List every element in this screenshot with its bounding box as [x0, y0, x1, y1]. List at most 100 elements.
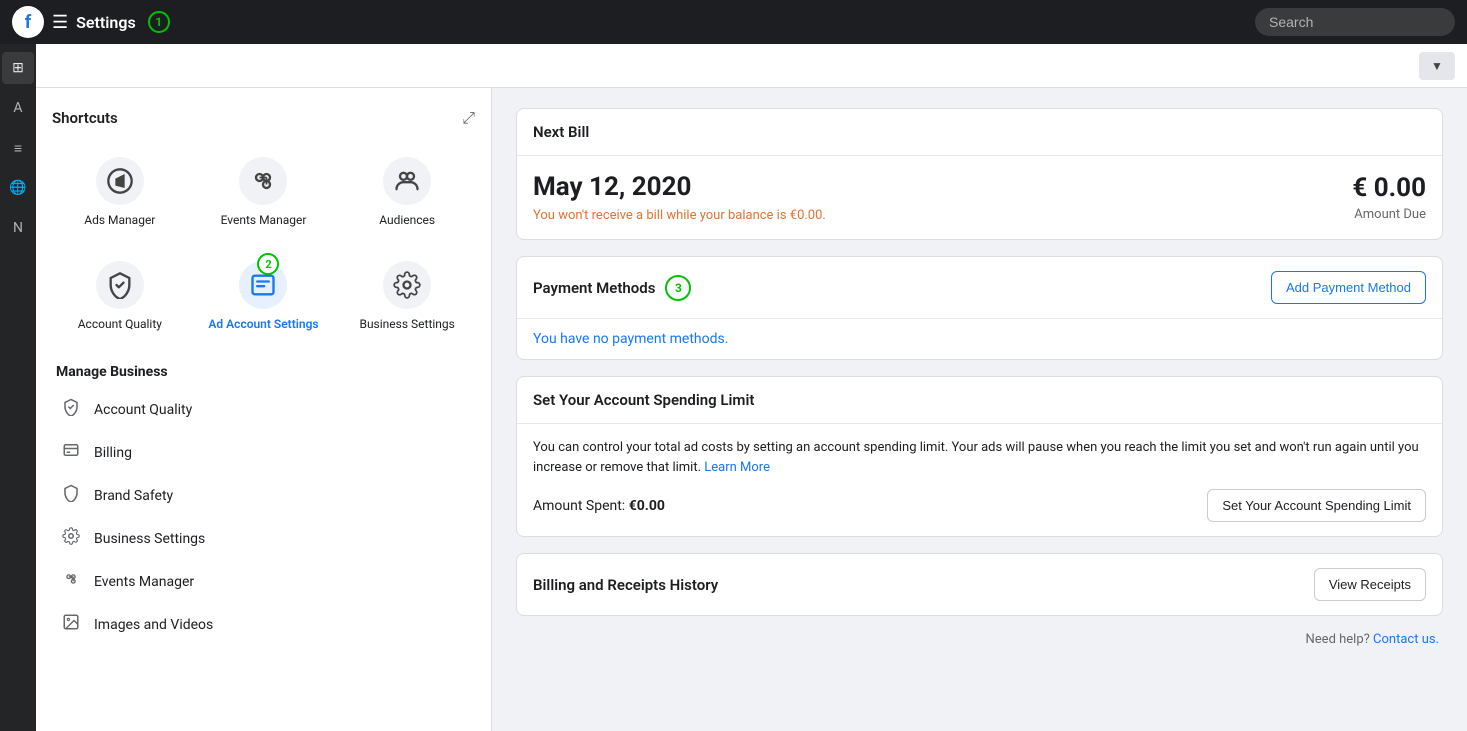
shortcut-account-quality[interactable]: Account Quality [52, 248, 188, 344]
search-input[interactable] [1255, 8, 1455, 36]
audiences-icon [393, 167, 421, 195]
menu-item-events-manager[interactable]: Events Manager [52, 560, 475, 603]
spending-footer: Amount Spent: €0.00 Set Your Account Spe… [533, 489, 1426, 522]
breadcrumb-bar: ▼ [36, 44, 1467, 88]
dropdown-button[interactable]: ▼ [1419, 52, 1455, 80]
account-quality-menu-label: Account Quality [94, 402, 192, 418]
events-manager-menu-label: Events Manager [94, 574, 194, 590]
shortcuts-grid: Ads Manager Events Manager [52, 144, 475, 344]
navbar-title: Settings [76, 13, 136, 32]
shortcuts-title: Shortcuts [52, 109, 118, 127]
events-manager-icon-wrap [239, 157, 287, 205]
next-bill-content: May 12, 2020 You won't receive a bill wh… [517, 156, 1442, 239]
billing-history-title: Billing and Receipts History [533, 576, 718, 594]
sidebar-icon-nav[interactable]: N [2, 212, 34, 244]
manage-business-title: Manage Business [52, 364, 475, 380]
shortcut-events-manager[interactable]: Events Manager [196, 144, 332, 240]
menu-item-images-videos[interactable]: Images and Videos [52, 603, 475, 646]
shortcut-business-settings[interactable]: Business Settings [339, 248, 475, 344]
billing-menu-label: Billing [94, 445, 132, 461]
spending-limit-title: Set Your Account Spending Limit [533, 391, 754, 409]
account-quality-menu-icon [60, 398, 82, 421]
amount-due-label: Amount Due [1352, 207, 1426, 222]
bill-amount: € 0.00 [1352, 173, 1426, 203]
sidebar-icon-globe[interactable]: 🌐 [2, 172, 34, 204]
audiences-icon-wrap [383, 157, 431, 205]
events-icon [62, 570, 80, 588]
main-layout: Shortcuts ⤢ Ads Manager [36, 88, 1467, 731]
business-settings-icon-wrap [383, 261, 431, 309]
business-settings-label: Business Settings [359, 317, 454, 331]
next-bill-card: Next Bill May 12, 2020 You won't receive… [516, 108, 1443, 240]
set-spending-limit-button[interactable]: Set Your Account Spending Limit [1207, 489, 1426, 522]
learn-more-link[interactable]: Learn More [704, 460, 770, 475]
shortcuts-header: Shortcuts ⤢ [52, 108, 475, 128]
account-quality-icon [106, 271, 134, 299]
billing-history-header: Billing and Receipts History View Receip… [517, 554, 1442, 615]
contact-us-link[interactable]: Contact us. [1373, 632, 1439, 647]
shortcut-audiences[interactable]: Audiences [339, 144, 475, 240]
content-area: Next Bill May 12, 2020 You won't receive… [492, 88, 1467, 731]
sidebar-icon-business[interactable]: ≡ [2, 132, 34, 164]
navbar-badge-1: 1 [148, 11, 170, 33]
shortcuts-panel: Shortcuts ⤢ Ads Manager [36, 88, 492, 731]
menu-icon[interactable]: ☰ [52, 12, 68, 33]
audiences-label: Audiences [379, 213, 435, 227]
ads-manager-label: Ads Manager [84, 213, 155, 227]
add-payment-method-button[interactable]: Add Payment Method [1271, 271, 1426, 304]
business-settings-menu-label: Business Settings [94, 531, 205, 547]
ad-account-settings-icon [249, 271, 277, 299]
spending-description: You can control your total ad costs by s… [533, 438, 1426, 477]
shield-check-icon [62, 398, 80, 416]
next-bill-header: Next Bill [517, 109, 1442, 156]
images-icon [62, 613, 80, 631]
payment-methods-card: Payment Methods 3 Add Payment Method You… [516, 256, 1443, 360]
left-sidebar: ⊞ A ≡ 🌐 N [0, 44, 36, 731]
spending-limit-header: Set Your Account Spending Limit [517, 377, 1442, 424]
top-navbar: f ☰ Settings 1 [0, 0, 1467, 44]
ad-account-settings-label: Ad Account Settings [208, 317, 318, 331]
bill-amount-section: € 0.00 Amount Due [1352, 173, 1426, 222]
images-videos-menu-icon [60, 613, 82, 636]
facebook-logo[interactable]: f [12, 6, 44, 38]
account-quality-label: Account Quality [78, 317, 162, 331]
images-videos-menu-label: Images and Videos [94, 617, 213, 633]
billing-history-card: Billing and Receipts History View Receip… [516, 553, 1443, 616]
account-quality-icon-wrap [96, 261, 144, 309]
gear-icon [62, 527, 80, 545]
menu-item-account-quality[interactable]: Account Quality [52, 388, 475, 431]
spending-limit-card: Set Your Account Spending Limit You can … [516, 376, 1443, 537]
menu-item-brand-safety[interactable]: Brand Safety [52, 474, 475, 517]
shortcut-ad-account-settings[interactable]: 2 Ad Account Settings [196, 248, 332, 344]
no-payment-message: You have no payment methods. [517, 319, 1442, 359]
payment-header-left: Payment Methods 3 [533, 275, 701, 301]
shortcut-ads-manager[interactable]: Ads Manager [52, 144, 188, 240]
events-manager-menu-icon [60, 570, 82, 593]
need-help-section: Need help? Contact us. [516, 632, 1443, 647]
view-receipts-button[interactable]: View Receipts [1314, 568, 1426, 601]
menu-item-billing[interactable]: Billing [52, 431, 475, 474]
ads-manager-icon [106, 167, 134, 195]
sidebar-icon-ads[interactable]: A [2, 92, 34, 124]
next-bill-title: Next Bill [533, 123, 589, 141]
spending-body: You can control your total ad costs by s… [517, 424, 1442, 536]
sidebar-icon-grid[interactable]: ⊞ [2, 52, 34, 84]
amount-spent: Amount Spent: €0.00 [533, 498, 665, 514]
ads-manager-icon-wrap [96, 157, 144, 205]
payment-badge-3: 3 [665, 275, 691, 301]
business-settings-icon [393, 271, 421, 299]
bill-date-section: May 12, 2020 You won't receive a bill wh… [533, 172, 1352, 223]
payment-methods-title: Payment Methods [533, 279, 655, 297]
bill-note: You won't receive a bill while your bala… [533, 208, 1352, 223]
shortcut-badge-2: 2 [257, 253, 279, 275]
menu-item-business-settings[interactable]: Business Settings [52, 517, 475, 560]
brand-safety-menu-label: Brand Safety [94, 488, 173, 504]
menu-list: Account Quality Billing [52, 388, 475, 646]
events-manager-icon [249, 167, 277, 195]
expand-icon[interactable]: ⤢ [462, 108, 475, 128]
events-manager-label: Events Manager [221, 213, 307, 227]
bill-date: May 12, 2020 [533, 172, 1352, 202]
billing-icon [62, 441, 80, 459]
brand-safety-icon [62, 484, 80, 502]
billing-menu-icon [60, 441, 82, 464]
